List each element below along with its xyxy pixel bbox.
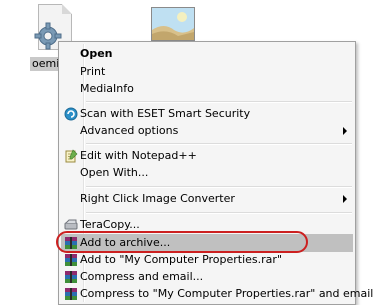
menu-item-label: Compress to "My Computer Properties.rar"… [80,287,374,300]
menu-item-edit-notepad[interactable]: Edit with Notepad++ [61,147,353,165]
menu-item-open[interactable]: Open [61,45,353,63]
menu-separator [86,101,352,103]
image-file-icon[interactable] [151,7,195,41]
menu-item-compress-rar-email[interactable]: Compress to "My Computer Properties.rar"… [61,285,373,303]
menu-separator [86,212,352,214]
menu-separator [86,186,352,188]
eset-icon [64,107,78,121]
menu-item-advanced-options[interactable]: Advanced options [61,122,353,140]
submenu-arrow-icon [343,195,347,203]
menu-item-label: Add to "My Computer Properties.rar" [80,253,283,266]
submenu-arrow-icon [343,127,347,135]
menu-item-label: Scan with ESET Smart Security [80,107,251,120]
menu-item-add-to-rar[interactable]: Add to "My Computer Properties.rar" [61,251,353,269]
menu-item-label: Compress and email... [80,270,204,283]
menu-item-image-converter[interactable]: Right Click Image Converter [61,190,353,208]
menu-item-label: TeraCopy... [80,218,140,231]
winrar-icon [65,254,77,266]
menu-item-label: Advanced options [80,124,179,137]
menu-item-mediainfo[interactable]: MediaInfo [61,80,353,98]
menu-item-label: Print [80,65,106,78]
menu-item-label: MediaInfo [80,82,134,95]
menu-item-scan-eset[interactable]: Scan with ESET Smart Security [61,105,353,123]
menu-item-compress-email[interactable]: Compress and email... [61,268,353,286]
menu-item-label: Right Click Image Converter [80,192,235,205]
winrar-icon [65,288,77,300]
notepad-plus-plus-icon [65,149,78,163]
teracopy-icon [64,219,78,230]
menu-item-label: Edit with Notepad++ [80,149,197,162]
picture-thumbnail-icon [152,8,194,40]
context-menu: Open Print MediaInfo Scan with ESET Smar… [58,41,373,305]
menu-item-label: Open [80,47,113,60]
menu-item-label: Open With... [80,166,149,179]
highlight-annotation [56,231,308,253]
winrar-icon [65,271,77,283]
menu-item-open-with[interactable]: Open With... [61,164,353,182]
menu-item-print[interactable]: Print [61,63,353,81]
menu-separator [86,143,352,145]
page-fold-icon [62,4,72,14]
